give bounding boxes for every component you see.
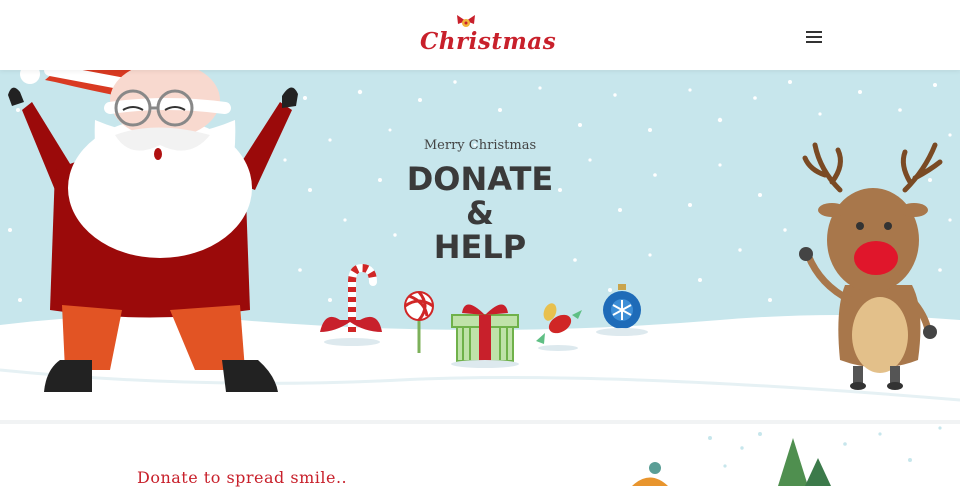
hero-banner: Merry Christmas DONATE & HELP bbox=[0, 70, 960, 420]
gift-box-illustration bbox=[451, 304, 519, 368]
donate-section: Donate to spread smile.. bbox=[0, 420, 960, 487]
hamburger-menu-icon[interactable] bbox=[802, 26, 826, 46]
logo-text: Christmas bbox=[420, 28, 557, 55]
hero-title-line: DONATE bbox=[406, 160, 554, 198]
hero-title-line: HELP bbox=[433, 228, 527, 266]
site-header: Christmas bbox=[0, 0, 960, 70]
donate-heading: Donate to spread smile.. bbox=[137, 468, 348, 487]
hero-subtitle: Merry Christmas bbox=[423, 138, 537, 153]
hero-title-line: & bbox=[466, 194, 494, 232]
christmas-logo[interactable]: Christmas bbox=[420, 14, 556, 56]
hero-title: DONATE & HELP bbox=[330, 162, 630, 264]
